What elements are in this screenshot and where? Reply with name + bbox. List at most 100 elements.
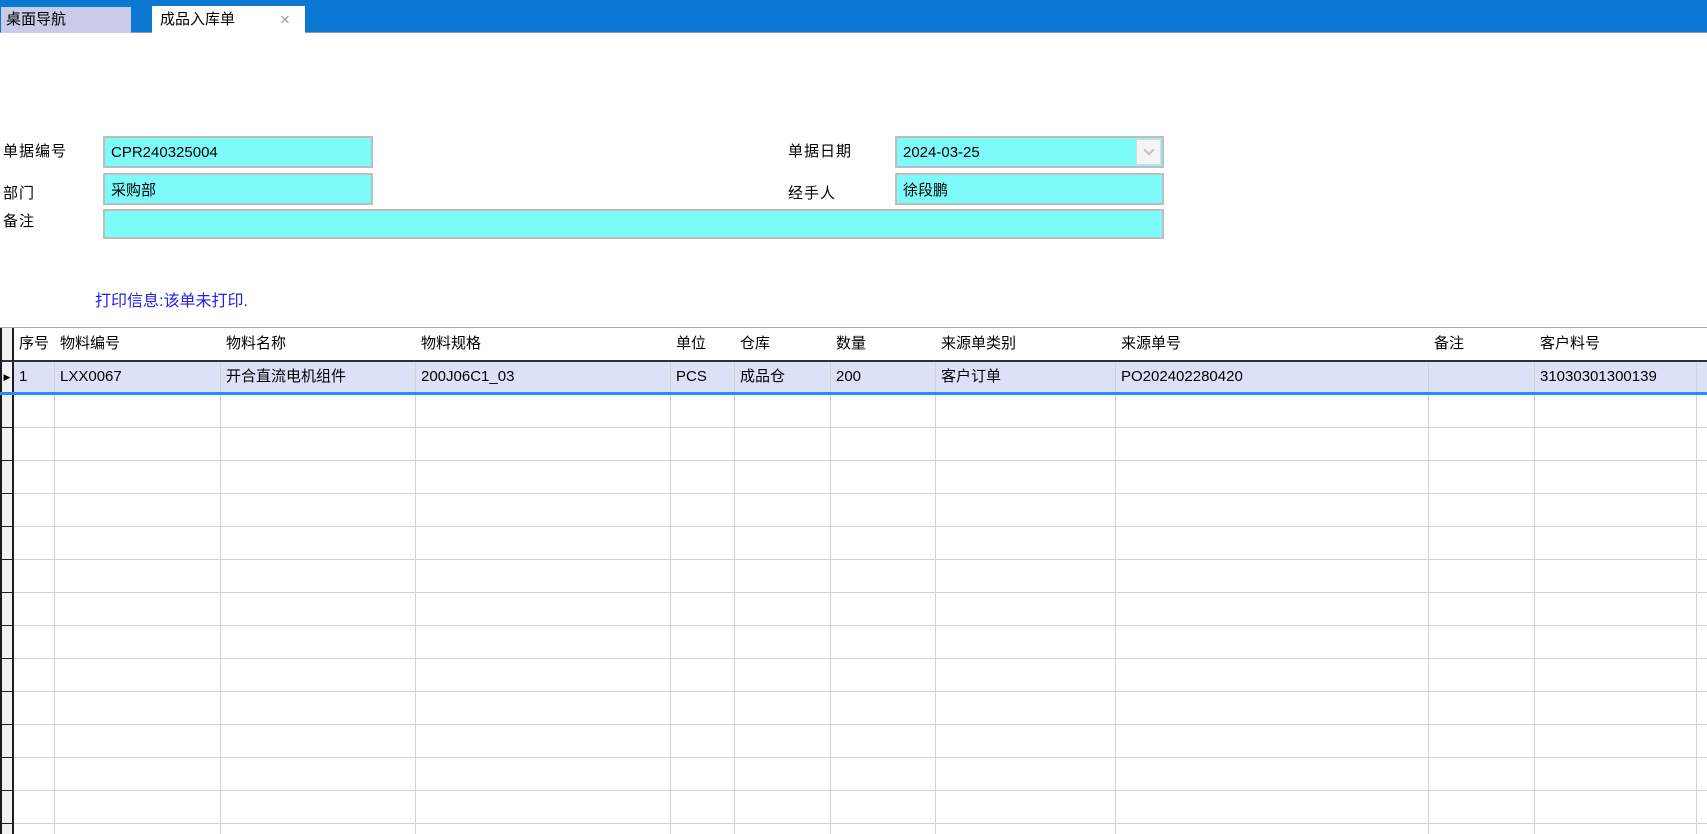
empty-cell-source-doc-no <box>1116 659 1429 692</box>
table-row[interactable]: ▶ 1 LXX0067 开合直流电机组件 200J06C1_03 PCS 成品仓 200 客户订… <box>0 362 1707 395</box>
column-header-customer-part-no[interactable]: 客户料号 <box>1535 328 1697 362</box>
empty-cell-warehouse <box>735 725 831 758</box>
row-selector-cell[interactable] <box>0 593 14 626</box>
empty-cell-quantity <box>831 626 936 659</box>
row-selector-cell[interactable] <box>0 527 14 560</box>
grid-filler <box>1697 824 1707 834</box>
empty-cell-customer-part-no <box>1535 527 1697 560</box>
empty-cell-material-spec <box>416 725 671 758</box>
cell-material-spec[interactable]: 200J06C1_03 <box>416 362 671 392</box>
empty-cell-quantity <box>831 461 936 494</box>
empty-cell-customer-part-no <box>1535 461 1697 494</box>
empty-cell-remarks <box>1429 593 1535 626</box>
cell-source-doc-no[interactable]: PO202402280420 <box>1116 362 1429 392</box>
empty-cell-material-code <box>55 692 221 725</box>
column-header-source-doc-no[interactable]: 来源单号 <box>1116 328 1429 362</box>
empty-cell-seq <box>14 791 55 824</box>
column-header-material-code[interactable]: 物料编号 <box>55 328 221 362</box>
department-label: 部门 <box>3 185 36 202</box>
tab-desktop-nav[interactable]: 桌面导航 <box>1 7 131 33</box>
empty-table-row <box>0 692 1707 725</box>
close-icon[interactable]: × <box>275 10 295 30</box>
cell-customer-part-no[interactable]: 31030301300139 <box>1535 362 1697 392</box>
empty-cell-quantity <box>831 395 936 428</box>
empty-cell-seq <box>14 659 55 692</box>
cell-seq[interactable]: 1 <box>14 362 55 392</box>
column-header-source-doc-type[interactable]: 来源单类别 <box>936 328 1116 362</box>
empty-cell-source-doc-no <box>1116 725 1429 758</box>
department-input[interactable] <box>103 173 373 205</box>
cell-unit[interactable]: PCS <box>671 362 735 392</box>
empty-table-row <box>0 395 1707 428</box>
doc-no-input[interactable] <box>103 136 373 168</box>
empty-cell-unit <box>671 428 735 461</box>
empty-cell-remarks <box>1429 659 1535 692</box>
remarks-input[interactable] <box>103 209 1164 239</box>
row-selector-cell[interactable] <box>0 494 14 527</box>
empty-cell-source-doc-no <box>1116 593 1429 626</box>
empty-cell-remarks <box>1429 758 1535 791</box>
empty-cell-seq <box>14 494 55 527</box>
row-selector-cell[interactable] <box>0 395 14 428</box>
doc-date-dropdown-button[interactable] <box>1136 139 1161 165</box>
grid-filler <box>1697 692 1707 725</box>
column-header-material-spec[interactable]: 物料规格 <box>416 328 671 362</box>
empty-cell-material-spec <box>416 659 671 692</box>
empty-cell-material-code <box>55 725 221 758</box>
row-selector-cell[interactable] <box>0 560 14 593</box>
empty-cell-source-doc-type <box>936 692 1116 725</box>
empty-cell-unit <box>671 560 735 593</box>
column-header-remarks[interactable]: 备注 <box>1429 328 1535 362</box>
tab-label: 成品入库单 <box>160 11 236 28</box>
empty-cell-source-doc-no <box>1116 626 1429 659</box>
empty-cell-material-spec <box>416 428 671 461</box>
empty-cell-quantity <box>831 659 936 692</box>
handler-input[interactable] <box>895 173 1164 205</box>
row-selector-cell[interactable]: ▶ <box>0 362 14 392</box>
column-header-material-name[interactable]: 物料名称 <box>221 328 416 362</box>
empty-cell-remarks <box>1429 428 1535 461</box>
empty-cell-material-name <box>221 461 416 494</box>
row-selector-cell[interactable] <box>0 725 14 758</box>
empty-cell-warehouse <box>735 593 831 626</box>
empty-cell-customer-part-no <box>1535 428 1697 461</box>
empty-cell-warehouse <box>735 758 831 791</box>
row-selector-cell[interactable] <box>0 758 14 791</box>
column-header-quantity[interactable]: 数量 <box>831 328 936 362</box>
cell-material-name[interactable]: 开合直流电机组件 <box>221 362 416 392</box>
empty-cell-customer-part-no <box>1535 626 1697 659</box>
empty-cell-remarks <box>1429 791 1535 824</box>
grid-filler <box>1697 461 1707 494</box>
empty-cell-warehouse <box>735 692 831 725</box>
empty-cell-material-name <box>221 428 416 461</box>
empty-cell-source-doc-type <box>936 527 1116 560</box>
row-selector-cell[interactable] <box>0 428 14 461</box>
row-selector-cell[interactable] <box>0 626 14 659</box>
row-selector-cell[interactable] <box>0 824 14 834</box>
column-header-unit[interactable]: 单位 <box>671 328 735 362</box>
cell-quantity[interactable]: 200 <box>831 362 936 392</box>
row-selector-cell[interactable] <box>0 659 14 692</box>
empty-cell-quantity <box>831 758 936 791</box>
cell-material-code[interactable]: LXX0067 <box>55 362 221 392</box>
doc-date-input[interactable] <box>895 136 1164 168</box>
empty-cell-source-doc-type <box>936 461 1116 494</box>
row-selector-cell[interactable] <box>0 791 14 824</box>
chevron-down-icon <box>1142 144 1155 156</box>
row-selector-cell[interactable] <box>0 461 14 494</box>
row-selector-cell[interactable] <box>0 692 14 725</box>
cell-warehouse[interactable]: 成品仓 <box>735 362 831 392</box>
tab-bar: 桌面导航 成品入库单 × <box>0 0 1707 34</box>
grid-header-row: 序号 物料编号 物料名称 物料规格 单位 仓库 数量 来源单类别 来源单号 备注 客户料号 <box>0 328 1707 362</box>
tab-finished-goods-inbound[interactable]: 成品入库单 × <box>152 6 305 34</box>
cell-source-doc-type[interactable]: 客户订单 <box>936 362 1116 392</box>
empty-cell-source-doc-type <box>936 560 1116 593</box>
cell-remarks[interactable] <box>1429 362 1535 392</box>
empty-cell-material-code <box>55 395 221 428</box>
column-header-seq[interactable]: 序号 <box>14 328 55 362</box>
empty-cell-material-name <box>221 626 416 659</box>
empty-cell-remarks <box>1429 626 1535 659</box>
empty-cell-material-code <box>55 494 221 527</box>
empty-cell-material-name <box>221 692 416 725</box>
column-header-warehouse[interactable]: 仓库 <box>735 328 831 362</box>
